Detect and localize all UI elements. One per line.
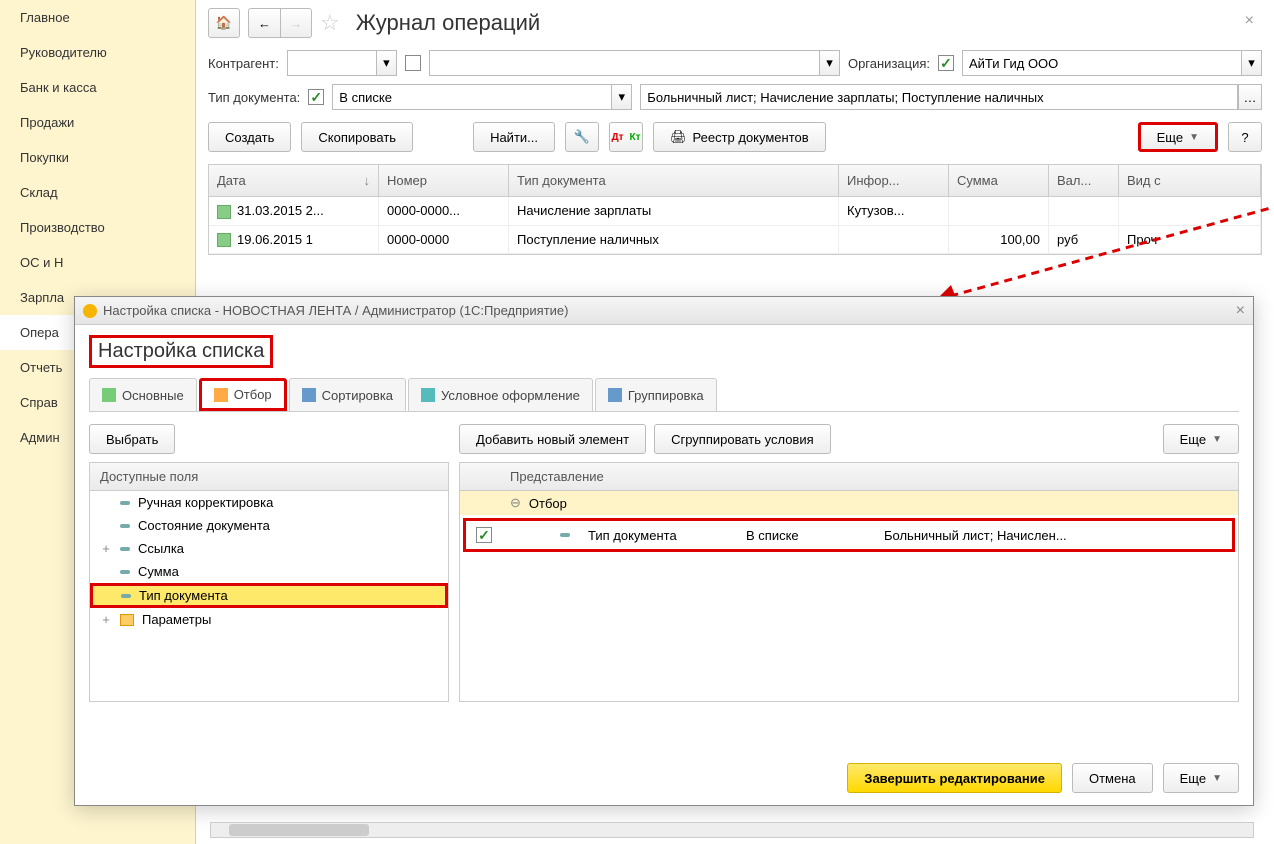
sidebar-item-sales[interactable]: Продажи <box>0 105 195 140</box>
add-element-button[interactable]: Добавить новый элемент <box>459 424 646 454</box>
list-item[interactable]: Состояние документа <box>90 514 448 537</box>
dialog-titlebar[interactable]: Настройка списка - НОВОСТНАЯ ЛЕНТА / Адм… <box>75 297 1253 325</box>
list-settings-dialog: Настройка списка - НОВОСТНАЯ ЛЕНТА / Адм… <box>74 296 1254 806</box>
doctype-mode-input[interactable]: В списке <box>332 84 612 110</box>
tab-grouping-icon <box>608 388 622 402</box>
cancel-button[interactable]: Отмена <box>1072 763 1153 793</box>
col-number[interactable]: Номер <box>379 165 509 196</box>
tab-filter-icon <box>214 388 228 402</box>
folder-icon <box>120 614 134 626</box>
finish-editing-button[interactable]: Завершить редактирование <box>847 763 1062 793</box>
forward-button[interactable]: → <box>280 8 312 38</box>
tab-conditional-icon <box>421 388 435 402</box>
dtkt-button[interactable]: ДтКт <box>609 122 643 152</box>
field-icon <box>120 524 130 528</box>
list-item[interactable]: +Параметры <box>90 608 448 631</box>
home-button[interactable]: 🏠 <box>208 8 240 38</box>
col-currency[interactable]: Вал... <box>1049 165 1119 196</box>
create-button[interactable]: Создать <box>208 122 291 152</box>
available-fields-list: Доступные поля Ручная корректировка Сост… <box>89 462 449 702</box>
col-type[interactable]: Тип документа <box>509 165 839 196</box>
group-conditions-button[interactable]: Сгруппировать условия <box>654 424 831 454</box>
filter-tree-header: Представление <box>460 463 1238 491</box>
filter-condition-row[interactable]: Тип документа В списке Больничный лист; … <box>463 518 1235 552</box>
operations-table: Дата ↓ Номер Тип документа Инфор... Сумм… <box>208 164 1262 255</box>
doctype-mode-dropdown[interactable]: ▾ <box>612 84 632 110</box>
dialog-heading: Настройка списка <box>89 335 273 368</box>
doc-icon <box>217 205 231 219</box>
available-fields-header: Доступные поля <box>90 463 448 491</box>
scrollbar-thumb[interactable] <box>229 824 369 836</box>
close-page-button[interactable]: × <box>1245 12 1254 30</box>
doc-icon <box>217 233 231 247</box>
field-icon <box>120 570 130 574</box>
back-button[interactable]: ← <box>248 8 280 38</box>
wrench-button[interactable]: 🔧 <box>565 122 599 152</box>
tab-main-icon <box>102 388 116 402</box>
table-row[interactable]: 31.03.2015 2... 0000-0000... Начисление … <box>209 197 1261 226</box>
sidebar-item-purchases[interactable]: Покупки <box>0 140 195 175</box>
doctype-value-input[interactable]: Больничный лист; Начисление зарплаты; По… <box>640 84 1238 110</box>
counterparty-label: Контрагент: <box>208 56 279 71</box>
filter-root[interactable]: ⊖Отбор <box>460 491 1238 515</box>
dialog-tabs: Основные Отбор Сортировка Условное оформ… <box>89 378 1239 412</box>
tab-conditional[interactable]: Условное оформление <box>408 378 593 411</box>
tab-sort[interactable]: Сортировка <box>289 378 406 411</box>
doctype-value-ellipsis[interactable]: … <box>1238 84 1262 110</box>
dialog-title-text: Настройка списка - НОВОСТНАЯ ЛЕНТА / Адм… <box>103 303 569 318</box>
filter-more-button[interactable]: Еще▼ <box>1163 424 1239 454</box>
dialog-more-button[interactable]: Еще▼ <box>1163 763 1239 793</box>
favorite-icon[interactable]: ☆ <box>320 10 340 36</box>
dialog-close-button[interactable]: × <box>1236 302 1245 320</box>
more-button[interactable]: Еще▼ <box>1138 122 1218 152</box>
tab-sort-icon <box>302 388 316 402</box>
tab-main[interactable]: Основные <box>89 378 197 411</box>
org-checkbox[interactable] <box>938 55 954 71</box>
tab-filter[interactable]: Отбор <box>199 378 287 411</box>
horizontal-scrollbar[interactable] <box>210 822 1254 838</box>
doctype-label: Тип документа: <box>208 90 300 105</box>
list-item[interactable]: Сумма <box>90 560 448 583</box>
table-row[interactable]: 19.06.2015 1 0000-0000 Поступление налич… <box>209 226 1261 255</box>
org-input[interactable]: АйТи Гид ООО <box>962 50 1242 76</box>
sidebar-item-manager[interactable]: Руководителю <box>0 35 195 70</box>
col-date[interactable]: Дата ↓ <box>209 165 379 196</box>
find-button[interactable]: Найти... <box>473 122 555 152</box>
doctype-checkbox[interactable] <box>308 89 324 105</box>
page-title: Журнал операций <box>356 10 540 36</box>
condition-checkbox[interactable] <box>476 527 492 543</box>
org-label: Организация: <box>848 56 930 71</box>
available-fields-pane: Выбрать Доступные поля Ручная корректиро… <box>89 424 449 714</box>
tab-grouping[interactable]: Группировка <box>595 378 717 411</box>
copy-button[interactable]: Скопировать <box>301 122 413 152</box>
print-icon: 🖨 <box>670 129 687 145</box>
col-kind[interactable]: Вид с <box>1119 165 1261 196</box>
sidebar-item-production[interactable]: Производство <box>0 210 195 245</box>
list-item[interactable]: Ручная корректировка <box>90 491 448 514</box>
field-icon <box>121 594 131 598</box>
col-info[interactable]: Инфор... <box>839 165 949 196</box>
help-button[interactable]: ? <box>1228 122 1262 152</box>
sidebar-item-bank[interactable]: Банк и касса <box>0 70 195 105</box>
counterparty-select-dropdown[interactable]: ▾ <box>820 50 840 76</box>
sidebar-item-assets[interactable]: ОС и Н <box>0 245 195 280</box>
org-dropdown[interactable]: ▾ <box>1242 50 1262 76</box>
filter-tree: Представление ⊖Отбор Тип документа В спи… <box>459 462 1239 702</box>
list-item[interactable]: +Ссылка <box>90 537 448 560</box>
choose-button[interactable]: Выбрать <box>89 424 175 454</box>
field-icon <box>120 501 130 505</box>
sidebar-item-main[interactable]: Главное <box>0 0 195 35</box>
list-item-selected[interactable]: Тип документа <box>90 583 448 608</box>
col-sum[interactable]: Сумма <box>949 165 1049 196</box>
counterparty-dropdown[interactable]: ▾ <box>377 50 397 76</box>
counterparty-enabled[interactable] <box>287 50 377 76</box>
field-icon <box>120 547 130 551</box>
counterparty-checkbox[interactable] <box>405 55 421 71</box>
filter-pane: Добавить новый элемент Сгруппировать усл… <box>459 424 1239 714</box>
counterparty-input[interactable] <box>429 50 820 76</box>
field-icon <box>560 533 570 537</box>
registry-button[interactable]: 🖨Реестр документов <box>653 122 826 152</box>
sidebar-item-warehouse[interactable]: Склад <box>0 175 195 210</box>
app-icon <box>83 304 97 318</box>
